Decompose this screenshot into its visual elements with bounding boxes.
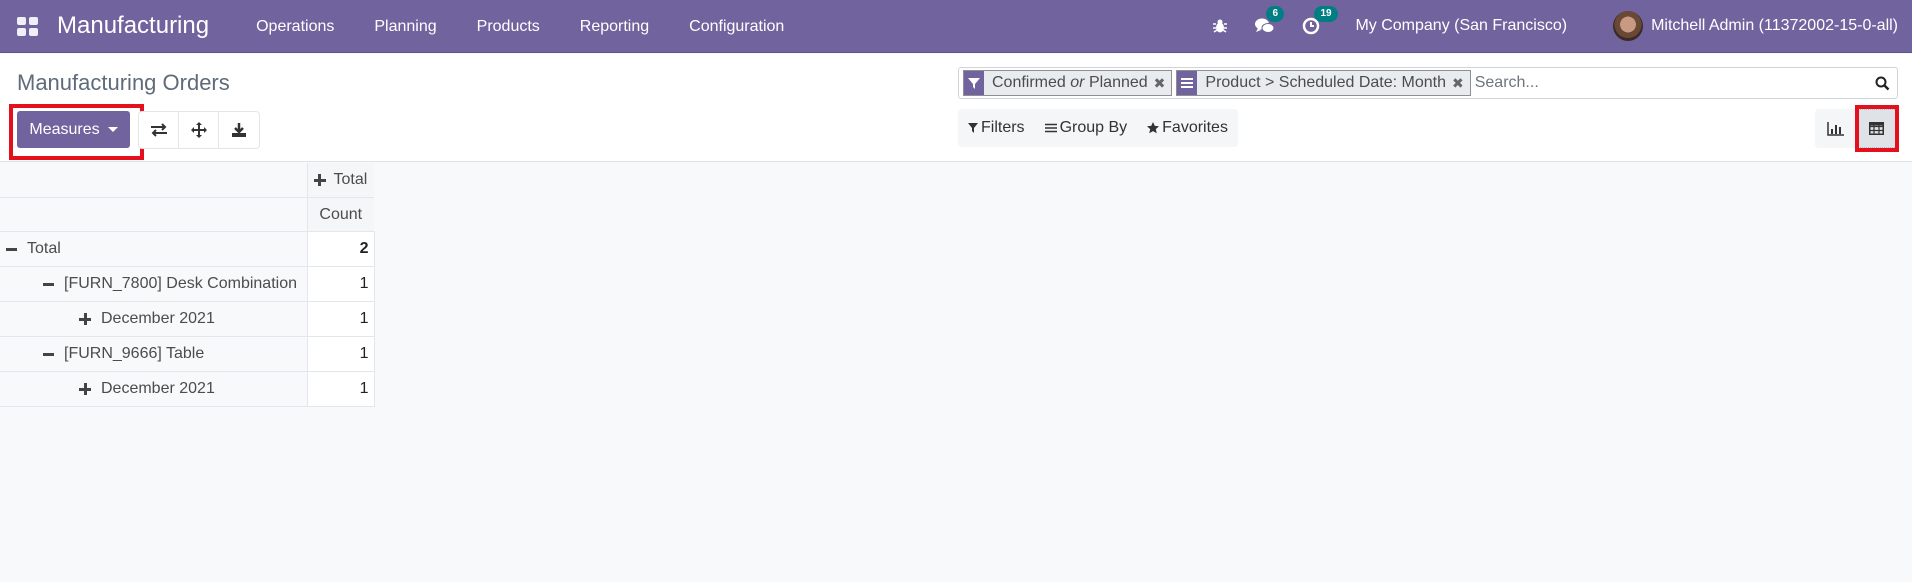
- favorites-dropdown[interactable]: Favorites: [1147, 119, 1228, 137]
- debug-bug-icon[interactable]: [1212, 18, 1228, 34]
- row-header-product[interactable]: [FURN_7800] Desk Combination: [0, 266, 307, 302]
- pivot-row-month: December 2021 1: [0, 301, 375, 337]
- pivot-row-product: [FURN_9666] Table 1: [0, 336, 375, 372]
- arrows-move-icon: [190, 122, 207, 138]
- row-label: Total: [27, 240, 61, 257]
- filters-label: Filters: [981, 119, 1025, 136]
- row-label: December 2021: [101, 380, 215, 397]
- user-menu[interactable]: Mitchell Admin (11372002-15-0-all): [1651, 17, 1898, 35]
- search-facet-groupby[interactable]: Product > Scheduled Date: Month ✖: [1176, 70, 1471, 96]
- row-header-product[interactable]: [FURN_9666] Table: [0, 336, 307, 372]
- messages-count-badge: 6: [1266, 6, 1284, 22]
- user-avatar[interactable]: [1613, 11, 1644, 41]
- pivot-row-month: December 2021 1: [0, 371, 375, 407]
- app-name[interactable]: Manufacturing: [57, 12, 209, 40]
- group-by-icon: [1177, 71, 1198, 95]
- remove-facet-icon[interactable]: ✖: [1452, 75, 1470, 92]
- star-icon: [1147, 122, 1160, 134]
- group-by-dropdown[interactable]: Group By: [1044, 119, 1128, 137]
- top-navbar: Manufacturing Operations Planning Produc…: [0, 0, 1912, 53]
- search-options-bar: Filters Group By Favorites: [958, 109, 1238, 147]
- measures-label: Measures: [29, 120, 100, 138]
- pivot-row-total: Total 2: [0, 231, 375, 267]
- favorites-label: Favorites: [1162, 119, 1228, 136]
- filters-dropdown[interactable]: Filters: [968, 119, 1025, 137]
- expand-plus-icon: [79, 383, 91, 395]
- measures-dropdown-button[interactable]: Measures: [17, 111, 130, 148]
- collapse-minus-icon: [5, 243, 17, 255]
- expand-all-button[interactable]: [179, 112, 219, 148]
- facet-groupby-label: Product > Scheduled Date: Month: [1205, 74, 1446, 91]
- cell-value[interactable]: 1: [306, 371, 375, 407]
- menu-products[interactable]: Products: [457, 0, 560, 53]
- row-header-month[interactable]: December 2021: [0, 301, 307, 337]
- pivot-table: Total Count Total 2 [FURN_7800] Desk Com…: [0, 163, 375, 407]
- pivot-row-product: [FURN_7800] Desk Combination 1: [0, 266, 375, 302]
- pivot-actions-group: [138, 111, 260, 149]
- menu-planning[interactable]: Planning: [354, 0, 456, 53]
- cell-value[interactable]: 2: [306, 231, 375, 267]
- facet-value-planned: Planned: [1088, 74, 1148, 91]
- caret-down-icon: [107, 127, 118, 132]
- group-by-label: Group By: [1059, 119, 1128, 136]
- filter-icon: [964, 71, 984, 95]
- cell-value[interactable]: 1: [306, 336, 375, 372]
- company-switcher[interactable]: My Company (San Francisco): [1355, 17, 1567, 35]
- pivot-col-header-total[interactable]: Total: [306, 163, 374, 198]
- download-icon: [232, 123, 246, 137]
- collapse-minus-icon: [42, 348, 54, 360]
- measure-header-count[interactable]: Count: [306, 197, 374, 232]
- search-facet-filter[interactable]: Confirmed or Planned ✖: [963, 70, 1173, 96]
- pivot-measure-row: Count: [0, 197, 374, 232]
- collapse-minus-icon: [42, 278, 54, 290]
- row-header-total[interactable]: Total: [0, 231, 307, 267]
- search-icon[interactable]: [1867, 76, 1897, 91]
- row-label: December 2021: [101, 310, 215, 327]
- exchange-icon: [150, 123, 167, 137]
- row-label: [FURN_7800] Desk Combination: [64, 275, 297, 292]
- bars-icon: [1044, 123, 1057, 133]
- pivot-corner-cell: [0, 197, 307, 232]
- expand-plus-icon: [313, 174, 326, 186]
- menu-operations[interactable]: Operations: [236, 0, 354, 53]
- page-title: Manufacturing Orders: [17, 70, 230, 95]
- view-switcher: [1815, 109, 1897, 148]
- facet-separator: or: [1070, 74, 1085, 91]
- activities-count-badge: 19: [1314, 6, 1338, 22]
- bar-chart-icon: [1827, 121, 1844, 136]
- download-xlsx-button[interactable]: [219, 112, 259, 148]
- graph-view-button[interactable]: [1815, 109, 1856, 148]
- pivot-corner-cell: [0, 163, 307, 198]
- expand-plus-icon: [79, 313, 91, 325]
- row-label: [FURN_9666] Table: [64, 345, 205, 362]
- control-panel: Manufacturing Orders Measures Confirmed …: [0, 54, 1912, 162]
- flip-axis-button[interactable]: [139, 112, 179, 148]
- pivot-view-button[interactable]: [1856, 109, 1897, 148]
- facet-value-confirmed: Confirmed: [992, 74, 1066, 91]
- menu-configuration[interactable]: Configuration: [669, 0, 804, 53]
- cell-value[interactable]: 1: [306, 301, 375, 337]
- search-bar: Confirmed or Planned ✖ Product > Schedul…: [958, 67, 1898, 99]
- filter-icon: [968, 123, 978, 133]
- remove-facet-icon[interactable]: ✖: [1154, 75, 1172, 92]
- pivot-header-row: Total: [0, 163, 374, 198]
- row-header-month[interactable]: December 2021: [0, 371, 307, 407]
- activities-clock-icon[interactable]: 19: [1302, 6, 1338, 35]
- messages-icon[interactable]: 6: [1254, 6, 1284, 35]
- apps-menu-icon[interactable]: [17, 17, 39, 36]
- menu-reporting[interactable]: Reporting: [560, 0, 669, 53]
- cell-value[interactable]: 1: [306, 266, 375, 302]
- table-icon: [1869, 122, 1884, 135]
- col-header-label: Total: [333, 171, 368, 188]
- search-input[interactable]: [1474, 70, 1867, 96]
